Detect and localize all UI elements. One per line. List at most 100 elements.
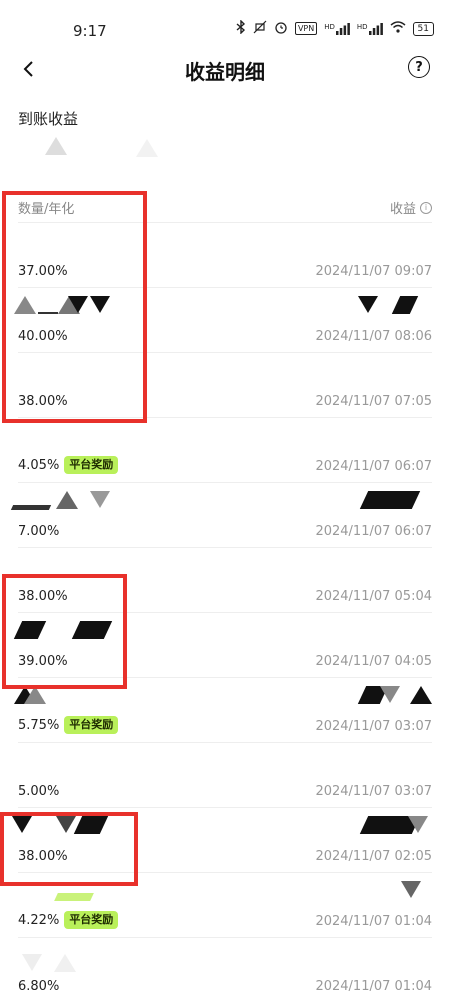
received-earnings-label: 到账收益 bbox=[18, 110, 79, 128]
signal-icon-2: HD bbox=[357, 22, 383, 35]
list-item: 5.75% 平台奖励 2024/11/07 03:07 bbox=[14, 678, 432, 743]
rate-value: 4.22% bbox=[18, 912, 60, 928]
obscured-glyph bbox=[358, 296, 378, 313]
obscured-glyph bbox=[401, 881, 421, 898]
wifi-icon bbox=[390, 21, 406, 36]
obscured-amount bbox=[14, 296, 432, 318]
row-time: 2024/11/07 06:07 bbox=[315, 524, 432, 539]
obscured-glyph bbox=[12, 816, 32, 833]
obscured-glyph bbox=[56, 816, 76, 833]
obscured-glyph bbox=[380, 686, 400, 703]
rate-value: 37.00% bbox=[18, 264, 68, 279]
list-item: 39.00% 2024/11/07 04:05 bbox=[13, 613, 432, 678]
rate-value: 38.00% bbox=[18, 849, 68, 864]
obscured-amount bbox=[12, 816, 432, 838]
status-icons: VPN HD HD 51 bbox=[236, 19, 434, 37]
row-rate: 38.00% bbox=[18, 589, 68, 604]
obscured-glyph bbox=[391, 296, 419, 314]
list-item: 38.00% 2024/11/07 07:05 bbox=[18, 353, 432, 418]
list-item: 6.80% 2024/11/07 01:04 bbox=[18, 938, 432, 1002]
alarm-icon bbox=[274, 20, 288, 37]
row-time: 2024/11/07 06:07 bbox=[315, 459, 432, 474]
rate-value: 5.00% bbox=[18, 784, 60, 799]
obscured-amount bbox=[18, 231, 432, 253]
row-time: 2024/11/07 02:05 bbox=[315, 849, 432, 864]
row-rate: 37.00% bbox=[18, 264, 68, 279]
obscured-amount bbox=[14, 686, 432, 708]
mute-icon bbox=[253, 20, 267, 37]
bluetooth-icon bbox=[236, 19, 246, 37]
battery-icon: 51 bbox=[412, 21, 434, 36]
row-time: 2024/11/07 03:07 bbox=[315, 784, 432, 799]
page-title: 收益明细 bbox=[185, 60, 265, 84]
earnings-list: 37.00% 2024/11/07 09:07 40.00% 2024/11/0… bbox=[10, 223, 432, 1002]
obscured-glyph bbox=[410, 686, 432, 704]
row-time: 2024/11/07 01:04 bbox=[315, 979, 432, 994]
row-time: 2024/11/07 04:05 bbox=[315, 654, 432, 669]
column-header-rate: 数量/年化 bbox=[18, 202, 75, 217]
row-rate: 40.00% bbox=[18, 329, 68, 344]
obscured-glyph bbox=[73, 816, 109, 834]
column-header-earnings-label: 收益 bbox=[389, 202, 416, 217]
list-item: 7.00% 2024/11/07 06:07 bbox=[10, 483, 432, 548]
vpn-icon: VPN bbox=[294, 22, 318, 35]
row-rate: 4.05% 平台奖励 bbox=[18, 456, 119, 474]
rate-value: 38.00% bbox=[18, 589, 68, 604]
row-time: 2024/11/07 08:06 bbox=[315, 329, 432, 344]
row-time: 2024/11/07 09:07 bbox=[315, 264, 432, 279]
rate-value: 38.00% bbox=[18, 394, 68, 409]
row-time: 2024/11/07 07:05 bbox=[315, 394, 432, 409]
obscured-glyph bbox=[22, 954, 42, 971]
row-rate: 5.75% 平台奖励 bbox=[18, 716, 119, 734]
status-bar: 9:17 VPN HD HD 51 bbox=[0, 0, 450, 50]
obscured-glyph bbox=[13, 621, 47, 639]
row-rate: 4.22% 平台奖励 bbox=[18, 911, 119, 929]
obscured-amount bbox=[18, 556, 432, 578]
row-time: 2024/11/07 03:07 bbox=[315, 719, 432, 734]
row-rate: 38.00% bbox=[18, 849, 68, 864]
obscured-glyph bbox=[359, 491, 421, 509]
rate-value: 4.05% bbox=[18, 457, 60, 473]
column-header-earnings: 收益 i bbox=[390, 198, 432, 217]
received-earnings-value-obscured bbox=[18, 135, 168, 159]
obscured-glyph bbox=[24, 686, 46, 704]
rate-value: 7.00% bbox=[18, 524, 60, 539]
obscured-amount bbox=[18, 946, 432, 972]
question-icon: ? bbox=[415, 59, 423, 75]
obscured-glyph bbox=[90, 296, 110, 313]
obscured-glyph bbox=[38, 312, 58, 314]
table-header: 数量/年化 收益 i bbox=[18, 198, 432, 223]
nav-bar: 收益明细 ? bbox=[0, 50, 450, 90]
info-icon[interactable]: i bbox=[420, 201, 432, 214]
row-rate: 7.00% bbox=[18, 524, 59, 539]
obscured-glyph bbox=[90, 491, 110, 508]
rate-value: 39.00% bbox=[18, 654, 68, 669]
row-rate: 5.00% bbox=[18, 784, 59, 799]
rate-value: 40.00% bbox=[18, 329, 68, 344]
list-item: 5.00% 2024/11/07 03:07 bbox=[18, 743, 432, 808]
row-rate: 6.80% bbox=[18, 979, 59, 994]
platform-reward-badge: 平台奖励 bbox=[64, 911, 119, 929]
list-item: 40.00% 2024/11/07 08:06 bbox=[14, 288, 432, 353]
status-time: 9:17 bbox=[73, 22, 107, 40]
list-item: 4.22% 平台奖励 2024/11/07 01:04 bbox=[18, 873, 432, 938]
obscured-amount bbox=[10, 491, 432, 513]
row-time: 2024/11/07 05:04 bbox=[315, 589, 432, 604]
platform-reward-badge: 平台奖励 bbox=[64, 456, 119, 474]
obscured-glyph bbox=[45, 137, 67, 155]
rate-value: 5.75% bbox=[18, 717, 60, 733]
list-item: 4.05% 平台奖励 2024/11/07 06:07 bbox=[18, 418, 432, 483]
obscured-glyph bbox=[136, 139, 158, 157]
row-time: 2024/11/07 01:04 bbox=[315, 914, 432, 929]
obscured-amount bbox=[18, 361, 432, 383]
obscured-glyph bbox=[54, 954, 76, 972]
help-button[interactable]: ? bbox=[408, 56, 430, 78]
obscured-glyph bbox=[10, 505, 52, 510]
signal-icon: HD bbox=[324, 22, 350, 35]
obscured-glyph bbox=[71, 621, 113, 639]
obscured-glyph bbox=[54, 893, 94, 901]
obscured-amount bbox=[13, 621, 432, 643]
obscured-glyph bbox=[56, 491, 78, 509]
row-rate: 39.00% bbox=[18, 654, 68, 669]
obscured-glyph bbox=[14, 296, 36, 314]
